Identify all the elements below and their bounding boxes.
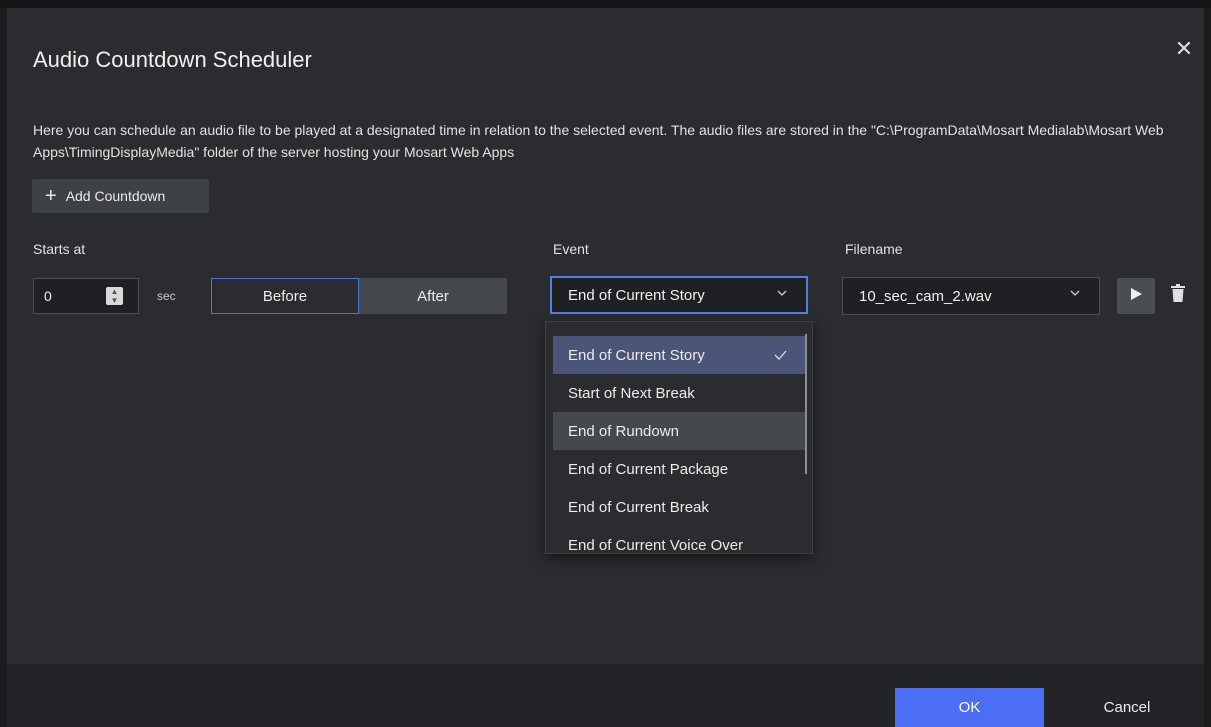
event-option[interactable]: End of Current Story (553, 336, 805, 374)
dialog-description: Here you can schedule an audio file to b… (33, 122, 1164, 160)
play-button[interactable] (1117, 278, 1155, 314)
event-option[interactable]: End of Current Voice Over (553, 526, 805, 554)
event-option-label: End of Current Voice Over (568, 536, 744, 554)
event-option-label: End of Current Package (568, 460, 729, 478)
before-toggle[interactable]: Before (211, 278, 359, 314)
dialog-title: Audio Countdown Scheduler (33, 47, 312, 72)
backdrop-strip (0, 0, 1211, 8)
ok-button[interactable]: OK (895, 688, 1044, 727)
cancel-button[interactable]: Cancel (1081, 688, 1173, 727)
after-toggle[interactable]: After (359, 278, 507, 314)
event-option-label: End of Current Story (568, 346, 705, 364)
audio-countdown-dialog: Audio Countdown Scheduler ✕ Here you can… (7, 8, 1204, 727)
offset-value: 0 (44, 288, 52, 304)
add-countdown-label: Add Countdown (65, 188, 166, 204)
offset-number-input[interactable]: 0 ▲ ▼ (33, 278, 139, 314)
chevron-down-icon (1069, 287, 1081, 302)
event-option[interactable]: End of Current Break (553, 488, 805, 526)
close-icon[interactable]: ✕ (1173, 38, 1195, 60)
event-option-label: End of Rundown (568, 422, 679, 440)
filename-header: Filename (845, 241, 903, 257)
event-select-value: End of Current Story (568, 286, 705, 304)
event-option[interactable]: End of Current Package (553, 450, 805, 488)
event-option[interactable]: End of Rundown (553, 412, 805, 450)
unit-label: sec (157, 289, 176, 303)
event-select[interactable]: End of Current Story (550, 276, 808, 314)
spinner-icon[interactable]: ▲ ▼ (106, 287, 123, 305)
filename-select-value: 10_sec_cam_2.wav (859, 287, 992, 305)
event-option-label: Start of Next Break (568, 384, 695, 402)
filename-select[interactable]: 10_sec_cam_2.wav (842, 277, 1100, 315)
add-countdown-button[interactable]: + Add Countdown (32, 179, 209, 213)
chevron-down-icon (776, 287, 788, 302)
starts-at-header: Starts at (33, 241, 86, 257)
event-option-label: End of Current Break (568, 498, 709, 516)
trash-icon[interactable] (1171, 284, 1185, 307)
event-header: Event (553, 241, 589, 257)
check-icon (774, 348, 787, 363)
event-dropdown-menu: End of Current Story Start of Next Break… (545, 321, 813, 554)
dropdown-scrollbar[interactable] (805, 334, 807, 474)
event-option[interactable]: Start of Next Break (553, 374, 805, 412)
plus-icon: + (45, 185, 57, 207)
play-icon (1129, 287, 1143, 306)
